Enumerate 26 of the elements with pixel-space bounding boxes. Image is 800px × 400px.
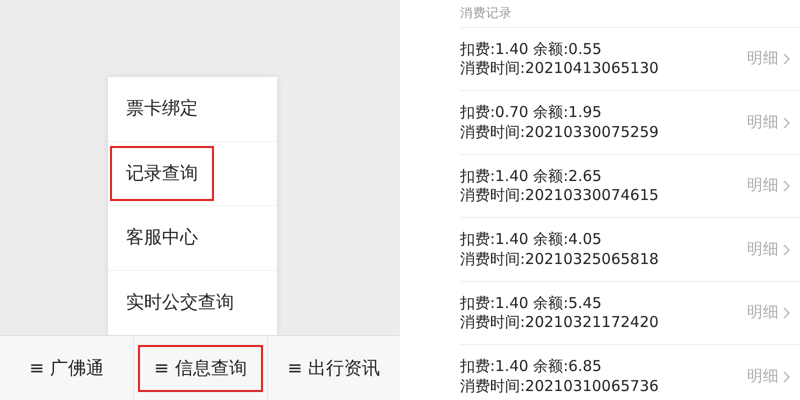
- tab-button[interactable]: ≡ 出行资讯: [271, 344, 396, 392]
- chevron-right-icon: [783, 244, 790, 256]
- tab-button[interactable]: ≡ 信息查询: [138, 344, 263, 392]
- section-title: 消费记录: [460, 0, 800, 28]
- chevron-right-icon: [783, 180, 790, 192]
- chevron-right-icon: [783, 53, 790, 65]
- charge-text: 扣费:1.40 余额:5.45: [460, 294, 603, 313]
- charge-text: 扣费:0.70 余额:1.95: [460, 103, 603, 122]
- tab-button[interactable]: ≡ 广佛通: [13, 344, 120, 392]
- time-text: 消费时间:20210330075259: [460, 122, 660, 142]
- menu-item[interactable]: 客服中心: [110, 210, 214, 266]
- chevron-right-icon: [783, 307, 790, 319]
- time-text: 消费时间:20210330074615: [460, 186, 660, 206]
- charge-text: 扣费:1.40 余额:0.55: [460, 40, 603, 59]
- menu-item[interactable]: 票卡绑定: [110, 81, 214, 136]
- time-text: 消费时间:20210325065818: [460, 250, 660, 269]
- time-text: 消费时间:20210321172420: [460, 313, 660, 332]
- charge-text: 扣费:1.40 余额:4.05: [460, 230, 603, 250]
- charge-text: 扣费:1.40 余额:6.85: [460, 357, 603, 376]
- charge-text: 扣费:1.40 余额:2.65: [460, 166, 603, 186]
- menu-item[interactable]: 记录查询: [110, 146, 214, 201]
- time-text: 消费时间:20210413065130: [460, 59, 660, 78]
- menu-item[interactable]: 实时公交查询: [110, 275, 250, 330]
- time-text: 消费时间:20210310065736: [460, 376, 660, 396]
- chevron-right-icon: [783, 370, 790, 382]
- chevron-right-icon: [783, 116, 790, 128]
